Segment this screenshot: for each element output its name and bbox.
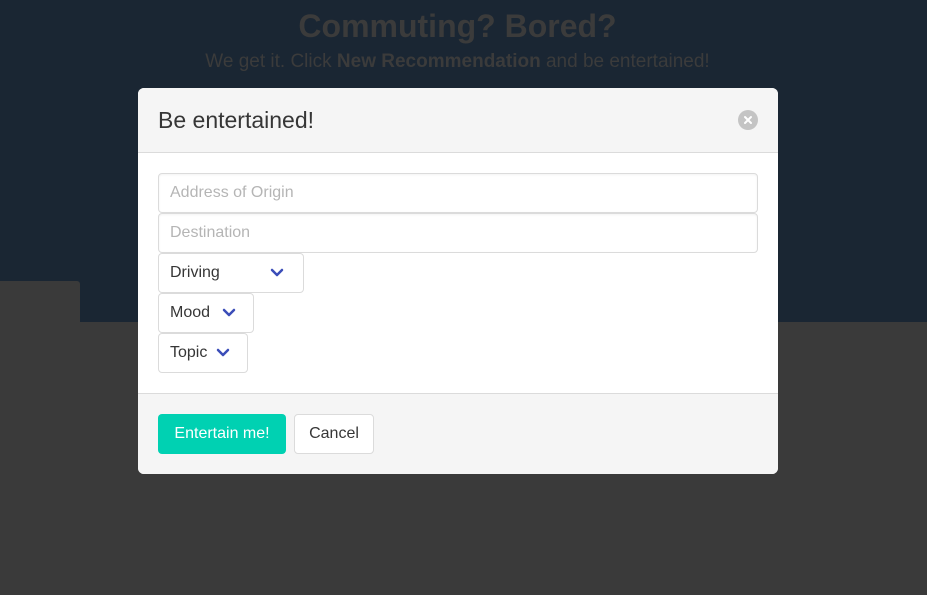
hero-title: Commuting? Bored?	[298, 8, 617, 44]
topic-select[interactable]: Topic	[158, 333, 248, 373]
mood-select-value: Mood	[170, 304, 211, 321]
close-icon	[744, 116, 752, 124]
cancel-button[interactable]: Cancel	[294, 414, 374, 454]
hero-subtitle-before: We get it. Click	[205, 51, 337, 72]
chevron-down-icon	[216, 348, 230, 358]
chevron-down-icon	[222, 308, 236, 318]
origin-input[interactable]	[158, 173, 758, 213]
entertain-me-button[interactable]: Entertain me!	[158, 414, 286, 454]
modal-header: Be entertained!	[138, 88, 778, 153]
chevron-down-icon	[270, 268, 284, 278]
hero-subtitle-after: and be entertained!	[540, 51, 710, 72]
modal-body: Driving Mood Topic	[138, 153, 778, 393]
close-button[interactable]	[738, 110, 758, 130]
topic-select-value: Topic	[170, 344, 208, 361]
background-card	[0, 281, 80, 341]
transport-select[interactable]: Driving	[158, 253, 304, 293]
modal-footer: Entertain me! Cancel	[138, 393, 778, 474]
hero-subtitle-bold: New Recommendation	[336, 51, 541, 72]
transport-select-value: Driving	[170, 264, 220, 281]
hero-subtitle: We get it. Click New Recommendation and …	[0, 51, 915, 73]
mood-select[interactable]: Mood	[158, 293, 254, 333]
entertain-modal: Be entertained! Driving Mood Topic	[138, 88, 778, 474]
destination-input[interactable]	[158, 213, 758, 253]
modal-title: Be entertained!	[158, 107, 315, 133]
